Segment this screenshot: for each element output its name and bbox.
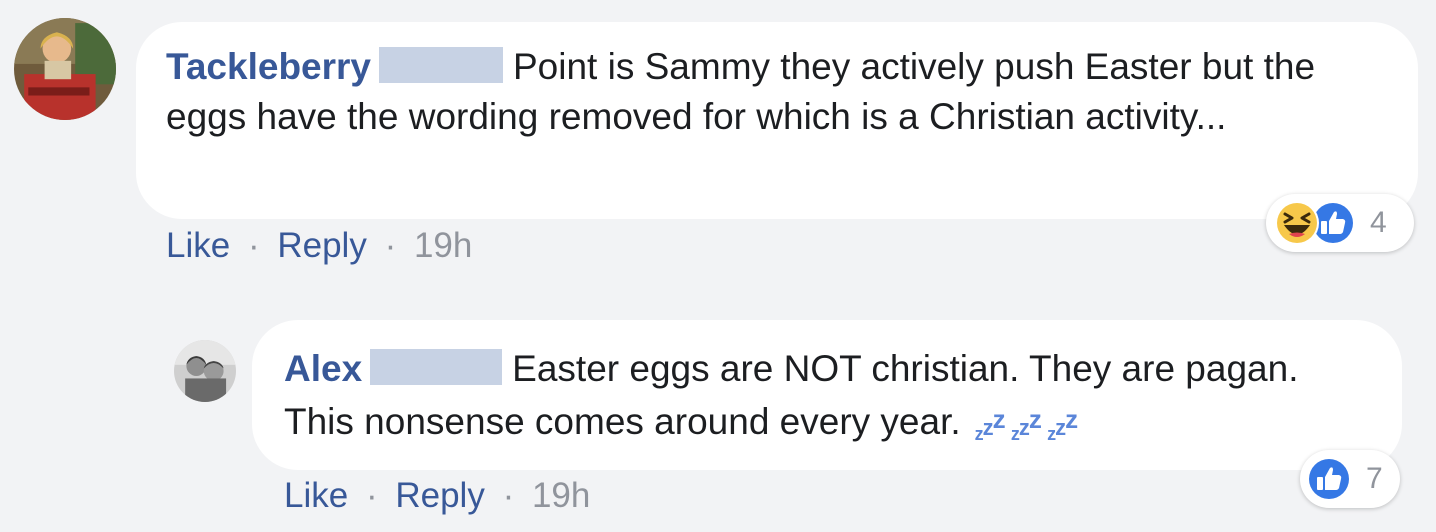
reaction-summary[interactable]: 4 (1266, 194, 1414, 252)
reaction-count: 7 (1366, 462, 1383, 495)
separator-dot: · (247, 226, 260, 265)
separator-dot: · (384, 226, 397, 265)
haha-icon (1274, 200, 1320, 246)
comment-thread: Tackleberry Point is Sammy they actively … (0, 0, 1436, 532)
reaction-count: 4 (1370, 206, 1387, 239)
redacted-surname (370, 349, 503, 385)
comment-author-link[interactable]: Alex (284, 348, 362, 389)
redacted-surname (379, 47, 503, 83)
separator-dot: · (365, 476, 378, 515)
reply-link[interactable]: Reply (277, 226, 366, 265)
sleeping-zzz-icon: zzz zzz zzz (974, 404, 1078, 444)
comment-actions: Like · Reply · 19h (284, 476, 590, 516)
avatar[interactable] (174, 340, 236, 402)
avatar[interactable] (14, 18, 116, 120)
like-link[interactable]: Like (166, 226, 230, 265)
timestamp-link[interactable]: 19h (414, 226, 472, 265)
comment-bubble: Tackleberry Point is Sammy they actively … (136, 22, 1418, 219)
like-icon (1306, 456, 1352, 502)
comment-actions: Like · Reply · 19h (166, 226, 472, 266)
reply-link[interactable]: Reply (395, 476, 484, 515)
like-link[interactable]: Like (284, 476, 348, 515)
comment-bubble: Alex Easter eggs are NOT christian. They … (252, 320, 1402, 470)
reaction-summary[interactable]: 7 (1300, 450, 1400, 508)
separator-dot: · (502, 476, 515, 515)
comment-author-link[interactable]: Tackleberry (166, 46, 371, 87)
timestamp-link[interactable]: 19h (532, 476, 590, 515)
